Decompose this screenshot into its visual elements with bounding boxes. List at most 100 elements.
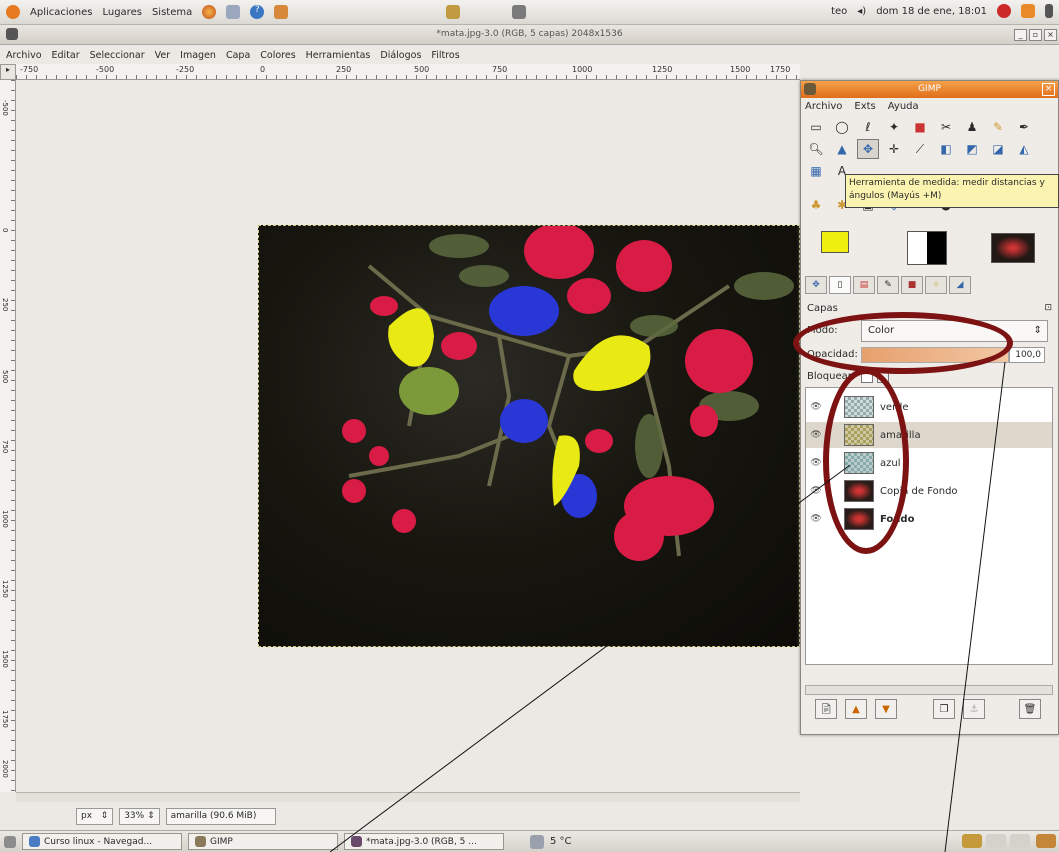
ubuntu-logo-icon <box>6 5 20 19</box>
brush-pattern-icon[interactable] <box>907 231 947 265</box>
menu-sistema[interactable]: Sistema <box>152 7 192 18</box>
tab-gradients[interactable]: ◢ <box>949 276 971 294</box>
select-by-color-icon[interactable]: ■ <box>909 117 931 137</box>
menu-editar[interactable]: Editar <box>52 50 80 61</box>
eye-icon[interactable]: 👁︎ <box>806 430 826 440</box>
window-titlebar[interactable]: *mata.jpg-3.0 (RGB, 5 capas) 2048x1536 _… <box>0 25 1059 45</box>
gimp-launcher-icon[interactable] <box>274 5 289 19</box>
ruler-corner-icon[interactable]: ▸ <box>0 64 16 80</box>
foreground-select-icon[interactable]: ♟ <box>961 117 983 137</box>
crop-icon[interactable]: ⟋ <box>909 139 931 159</box>
v-tick: 0 <box>1 228 9 233</box>
task-image[interactable]: *mata.jpg-3.0 (RGB, 5 ... <box>344 833 504 850</box>
eye-icon[interactable]: 👁︎ <box>806 402 826 412</box>
eye-icon[interactable]: 👁︎ <box>806 486 826 496</box>
tb-menu-ayuda[interactable]: Ayuda <box>888 101 919 112</box>
tb-menu-exts[interactable]: Exts <box>854 101 875 112</box>
paths-icon[interactable]: ✎ <box>987 117 1009 137</box>
help-icon[interactable]: ? <box>250 5 265 19</box>
zoom-icon[interactable]: 🔍︎ <box>805 139 827 159</box>
toolbox-close-button[interactable]: × <box>1042 83 1055 96</box>
menu-aplicaciones[interactable]: Aplicaciones <box>30 7 92 18</box>
zoom-select[interactable]: 33% ⇕ <box>119 807 160 825</box>
menu-capa[interactable]: Capa <box>226 50 250 61</box>
h-tick: 0 <box>260 65 266 74</box>
layers-scrollbar[interactable] <box>805 685 1053 695</box>
flip-icon[interactable]: ▦ <box>805 161 827 181</box>
tab-channels[interactable]: ▤ <box>853 276 875 294</box>
workspace-2-icon[interactable] <box>986 834 1006 848</box>
mail-icon[interactable] <box>226 5 241 19</box>
scale-icon[interactable]: ◩ <box>961 139 983 159</box>
active-image-thumbnail[interactable] <box>991 233 1035 263</box>
window-title: *mata.jpg-3.0 (RGB, 5 capas) 2048x1536 <box>436 29 623 39</box>
free-select-icon[interactable]: ℓ <box>857 117 879 137</box>
tab-brushes[interactable]: ✧ <box>925 276 947 294</box>
maximize-button[interactable]: ▫ <box>1029 29 1042 41</box>
trash-icon[interactable] <box>1036 834 1056 848</box>
tab-patterns[interactable]: ■ <box>901 276 923 294</box>
horizontal-ruler[interactable]: -750 -500 -250 0 250 500 750 1000 1250 1… <box>16 64 800 80</box>
opacity-input[interactable]: 100,0 <box>1009 347 1045 363</box>
fuzzy-select-icon[interactable]: ✦ <box>883 117 905 137</box>
weather-icon[interactable] <box>530 834 544 849</box>
tab-tool-options[interactable]: ✥ <box>805 276 827 294</box>
menu-imagen[interactable]: Imagen <box>180 50 216 61</box>
ellipse-select-icon[interactable]: ◯ <box>831 117 853 137</box>
move-icon[interactable]: ✥ <box>857 139 879 159</box>
menu-herramientas[interactable]: Herramientas <box>306 50 371 61</box>
menu-ver[interactable]: Ver <box>155 50 171 61</box>
perspective-icon[interactable]: ◭ <box>1013 139 1035 159</box>
menu-colores[interactable]: Colores <box>260 50 295 61</box>
raise-layer-button[interactable]: ▲ <box>845 699 867 719</box>
image-photo[interactable] <box>258 225 800 647</box>
clone-icon[interactable]: ♣ <box>805 195 827 215</box>
menu-seleccionar[interactable]: Seleccionar <box>90 50 145 61</box>
shear-icon[interactable]: ◪ <box>987 139 1009 159</box>
minimize-button[interactable]: _ <box>1014 29 1027 41</box>
network-icon[interactable] <box>1021 4 1035 18</box>
spin-arrows-icon: ⇕ <box>100 811 109 821</box>
show-desktop-icon[interactable] <box>4 835 16 848</box>
duplicate-layer-button[interactable]: ❐ <box>933 699 955 719</box>
anchor-layer-button[interactable]: ⚓︎ <box>963 699 985 719</box>
menu-filtros[interactable]: Filtros <box>431 50 459 61</box>
menu-lugares[interactable]: Lugares <box>102 7 141 18</box>
new-layer-button[interactable]: 📄︎ <box>815 699 837 719</box>
temperature[interactable]: 5 °C <box>550 836 572 847</box>
lower-layer-button[interactable]: ▼ <box>875 699 897 719</box>
horizontal-scrollbar[interactable] <box>16 792 800 802</box>
screen-icon[interactable] <box>512 5 526 19</box>
workspace-3-icon[interactable] <box>1010 834 1030 848</box>
tb-menu-archivo[interactable]: Archivo <box>805 101 842 112</box>
power-icon[interactable] <box>1045 4 1053 18</box>
workspace-1-icon[interactable] <box>962 834 982 848</box>
align-icon[interactable]: ✛ <box>883 139 905 159</box>
flower-photo-art <box>342 226 794 561</box>
delete-layer-button[interactable]: 🗑︎ <box>1019 699 1041 719</box>
update-icon[interactable] <box>997 4 1011 18</box>
toolbox-titlebar[interactable]: GIMP × <box>801 81 1058 98</box>
tab-layers[interactable]: ▯ <box>829 276 851 294</box>
gimp-icon <box>195 836 206 847</box>
vertical-ruler[interactable]: -500 0 250 500 750 1000 1250 1500 1750 2… <box>0 80 16 792</box>
clock[interactable]: dom 18 de ene, 18:01 <box>876 6 987 17</box>
rect-select-icon[interactable]: ▭ <box>805 117 827 137</box>
color-picker-icon[interactable]: ✒ <box>1013 117 1035 137</box>
rotate-icon[interactable]: ◧ <box>935 139 957 159</box>
firefox-icon[interactable] <box>202 5 217 19</box>
tab-paths[interactable]: ✎ <box>877 276 899 294</box>
menu-archivo[interactable]: Archivo <box>6 50 42 61</box>
eye-icon[interactable]: 👁︎ <box>806 514 826 524</box>
clipboard-icon[interactable] <box>446 5 460 19</box>
volume-icon[interactable]: ◂) <box>857 6 866 17</box>
close-button[interactable]: × <box>1044 29 1057 41</box>
dock-menu-icon[interactable]: ⊡ <box>1044 303 1052 313</box>
task-browser[interactable]: Curso linux - Navegad... <box>22 833 182 850</box>
scissors-icon[interactable]: ✂ <box>935 117 957 137</box>
menu-dialogos[interactable]: Diálogos <box>380 50 421 61</box>
unit-select[interactable]: px ⇕ <box>76 807 114 825</box>
foreground-color-swatch[interactable] <box>821 231 849 253</box>
task-gimp[interactable]: GIMP <box>188 833 338 850</box>
measure-icon[interactable]: ▲ <box>831 139 853 159</box>
